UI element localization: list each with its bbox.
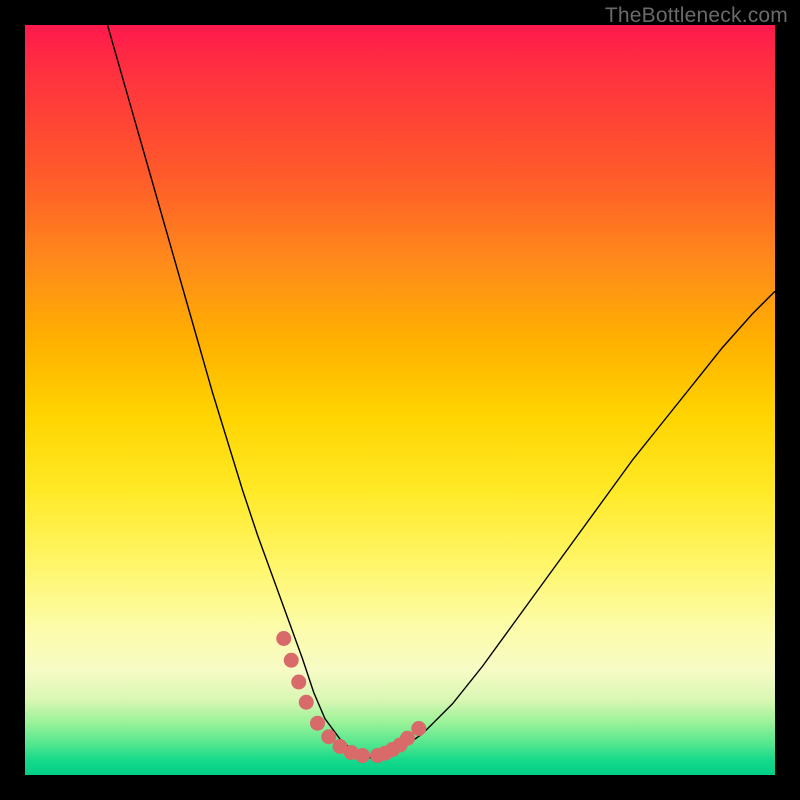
highlight-marker xyxy=(310,716,325,731)
bottleneck-chart xyxy=(25,25,775,775)
highlight-marker xyxy=(411,721,426,736)
highlight-marker xyxy=(355,748,370,763)
highlight-marker xyxy=(291,675,306,690)
highlight-marker xyxy=(284,653,299,668)
highlight-marker xyxy=(299,695,314,710)
chart-gradient-area xyxy=(25,25,775,775)
highlight-marker xyxy=(276,631,291,646)
bottleneck-curve xyxy=(108,25,776,758)
watermark-text: TheBottleneck.com xyxy=(605,4,788,28)
highlight-marker-group xyxy=(276,631,426,763)
